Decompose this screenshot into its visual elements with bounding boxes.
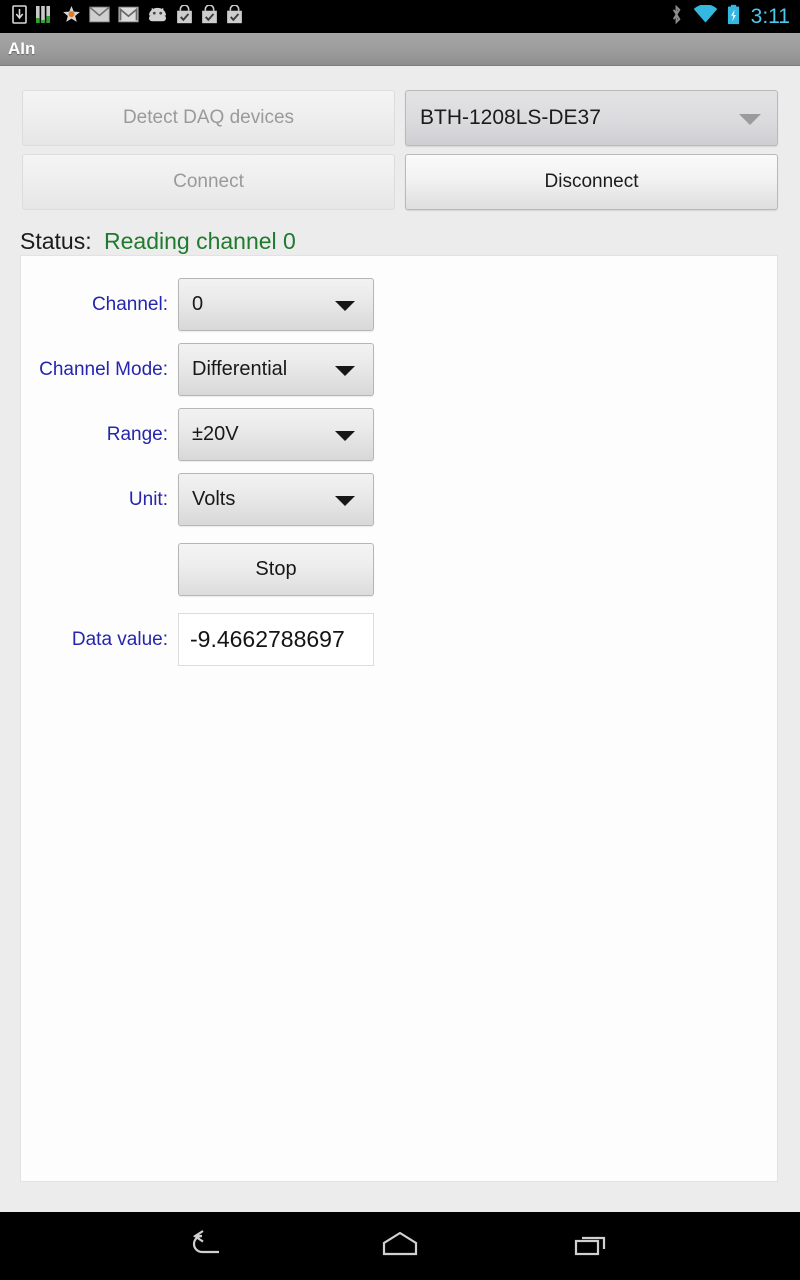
android-icon (147, 6, 168, 28)
form-row-channel-mode: Channel Mode: Differential (21, 343, 401, 396)
status-bar-clock: 3:11 (750, 4, 790, 28)
back-button[interactable] (172, 1218, 244, 1274)
app-title: AIn (8, 39, 36, 58)
unit-spinner-value: Volts (192, 488, 236, 510)
home-button[interactable] (364, 1218, 436, 1274)
status-bar-notification-icons (12, 3, 669, 29)
chevron-down-icon (335, 430, 355, 441)
form-row-stop: Stop (21, 543, 401, 596)
channel-mode-spinner-value: Differential (192, 358, 288, 380)
form-row-range: Range: ±20V (21, 408, 401, 461)
form-row-channel: Channel: 0 (21, 278, 401, 331)
gmail-icon (118, 6, 139, 28)
app-title-bar: AIn (0, 33, 800, 66)
chevron-down-icon (335, 495, 355, 506)
range-label: Range: (106, 423, 168, 445)
channel-spinner-value: 0 (192, 293, 204, 315)
range-field: ±20V (178, 408, 374, 461)
play-store-bag-icon (226, 3, 243, 29)
detect-button-cell: Detect DAQ devices (22, 90, 395, 146)
data-value-label: Data value: (71, 628, 168, 650)
channel-mode-field: Differential (178, 343, 374, 396)
device-controls-row-2: Connect Disconnect (22, 154, 778, 210)
wifi-icon (693, 3, 718, 29)
star-icon (62, 5, 81, 29)
unit-label: Unit: (128, 488, 168, 510)
android-navigation-bar[interactable] (0, 1212, 800, 1280)
stop-button[interactable]: Stop (178, 543, 374, 596)
channel-mode-spinner[interactable]: Differential (178, 343, 374, 396)
battery-charging-icon (727, 4, 740, 30)
device-spinner-cell: BTH-1208LS-DE37 (405, 90, 778, 146)
device-controls-row-1: Detect DAQ devices BTH-1208LS-DE37 (22, 90, 778, 146)
status-label: Status: (20, 228, 92, 254)
app-content-area: Detect DAQ devices BTH-1208LS-DE37 Conne… (0, 66, 800, 1212)
detect-daq-devices-button[interactable]: Detect DAQ devices (22, 90, 395, 146)
play-store-bag-icon (201, 3, 218, 29)
status-line: Status: Reading channel 0 (20, 228, 296, 255)
channel-spinner[interactable]: 0 (178, 278, 374, 331)
chevron-down-icon (335, 365, 355, 376)
recents-icon (573, 1230, 611, 1263)
device-spinner-value: BTH-1208LS-DE37 (420, 106, 601, 129)
back-icon (186, 1229, 230, 1264)
unit-spinner[interactable]: Volts (178, 473, 374, 526)
recents-button[interactable] (556, 1218, 628, 1274)
data-value-input[interactable]: -9.4662788697 (178, 613, 374, 666)
stop-field: Stop (178, 543, 374, 596)
download-icon (12, 4, 27, 29)
unit-field: Volts (178, 473, 374, 526)
bluetooth-icon (669, 4, 684, 30)
device-controls-panel: Detect DAQ devices BTH-1208LS-DE37 Conne… (22, 90, 778, 218)
range-spinner-value: ±20V (192, 423, 239, 445)
disconnect-button-cell: Disconnect (405, 154, 778, 210)
analog-input-form-card: Channel: 0 Channel Mode: Differential Ra… (20, 255, 778, 1182)
status-bar-system-icons: 3:11 (669, 3, 790, 30)
email-icon (89, 6, 110, 28)
home-icon (380, 1230, 420, 1263)
channel-field: 0 (178, 278, 374, 331)
channel-label: Channel: (91, 293, 168, 315)
range-spinner[interactable]: ±20V (178, 408, 374, 461)
chevron-down-icon (739, 114, 761, 125)
status-value: Reading channel 0 (104, 228, 296, 254)
channel-mode-label: Channel Mode: (39, 358, 168, 380)
data-value-field-wrap: -9.4662788697 (178, 613, 374, 666)
connect-button[interactable]: Connect (22, 154, 395, 210)
disconnect-button[interactable]: Disconnect (405, 154, 778, 210)
android-status-bar[interactable]: 3:11 (0, 0, 800, 33)
connect-button-cell: Connect (22, 154, 395, 210)
form-row-unit: Unit: Volts (21, 473, 401, 526)
equalizer-icon (35, 5, 54, 29)
device-spinner[interactable]: BTH-1208LS-DE37 (405, 90, 778, 146)
form-row-data-value: Data value: -9.4662788697 (21, 613, 401, 666)
play-store-bag-icon (176, 3, 193, 29)
chevron-down-icon (335, 300, 355, 311)
